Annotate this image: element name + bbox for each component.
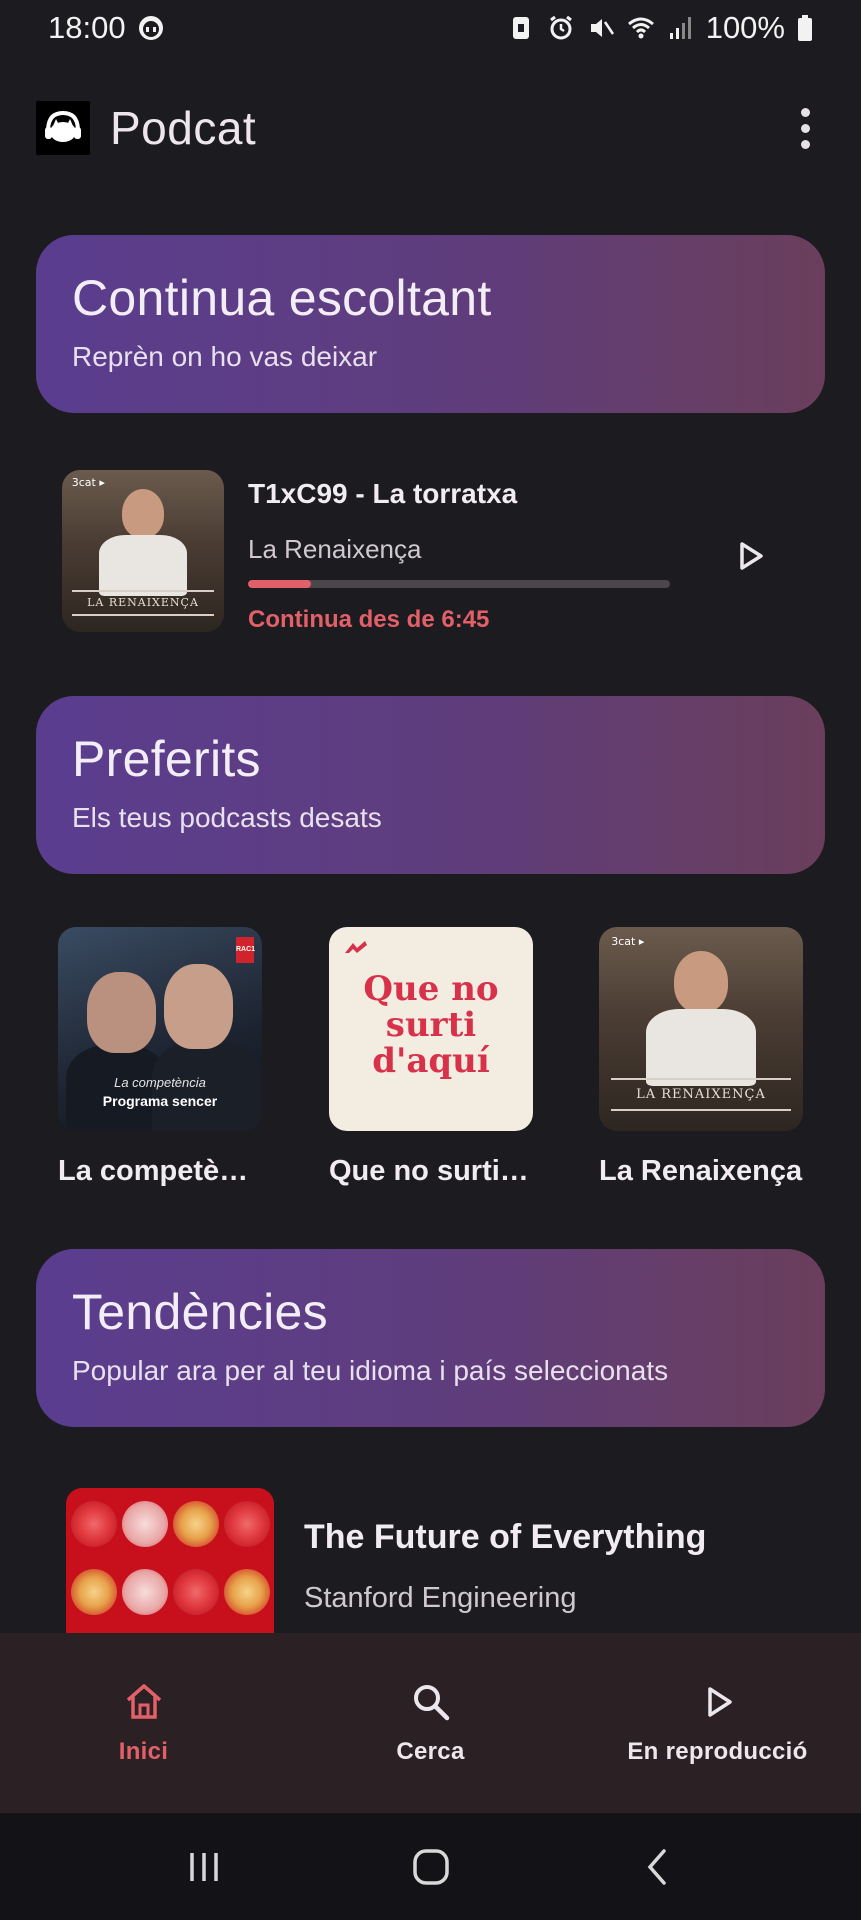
cat-notification-icon (138, 16, 163, 40)
nav-item-now-playing[interactable]: En reproducció (574, 1633, 861, 1813)
app-bar: Podcat (0, 96, 861, 160)
battery-icon (798, 15, 812, 41)
back-button[interactable] (628, 1837, 688, 1897)
mute-icon (590, 19, 614, 37)
section-title: Continua escoltant (72, 270, 492, 326)
trending-author: Stanford Engineering (304, 1582, 577, 1614)
home-icon (126, 1684, 161, 1719)
nav-item-search[interactable]: Cerca (287, 1633, 574, 1813)
home-system-button[interactable] (401, 1837, 461, 1897)
section-title: Tendències (72, 1284, 328, 1340)
favorite-item[interactable]: 3cat ▸ LA RENAIXENÇA La Renaixença (599, 927, 803, 1188)
favorite-label: Que no surti d'aquí (329, 1155, 533, 1187)
resume-text: Continua des de 6:45 (248, 606, 490, 633)
podcast-cover: RAC1 La competència Programa sencer (58, 927, 262, 1131)
play-icon[interactable] (730, 536, 770, 576)
play-icon (707, 1687, 732, 1717)
cover-title: Que no surti d'aquí (363, 969, 499, 1081)
wifi-icon (627, 17, 654, 39)
cover-tag: 3cat ▸ (611, 935, 645, 949)
cover-badge: RAC1 (236, 937, 255, 963)
home-circle-icon (412, 1848, 449, 1885)
podcast-cover: Que no surti d'aquí (329, 927, 533, 1131)
section-subtitle: Els teus podcasts desats (72, 802, 382, 833)
overflow-menu-button[interactable] (785, 100, 825, 156)
episode-progress-fill (248, 580, 312, 588)
search-icon (413, 1685, 449, 1721)
section-subtitle: Reprèn on ho vas deixar (72, 341, 378, 372)
nav-item-home[interactable]: Inici (0, 1633, 287, 1813)
section-subtitle: Popular ara per al teu idioma i país sel… (72, 1355, 669, 1386)
episode-cover: 3cat ▸ LA RENAIXENÇA (62, 470, 224, 632)
favorite-item[interactable]: RAC1 La competència Programa sencer La c… (58, 927, 262, 1188)
nav-label: Cerca (396, 1738, 465, 1765)
cat-headphones-icon (45, 110, 81, 142)
favorites-card: Preferits Els teus podcasts desats (36, 696, 825, 874)
cover-tag: 3cat ▸ (71, 476, 105, 490)
recents-icon (189, 1852, 218, 1881)
sim-icon (512, 17, 529, 39)
episode-show: La Renaixença (248, 534, 422, 564)
cover-caption: La competència (114, 1075, 206, 1090)
system-navigation-bar (0, 1813, 861, 1920)
bottom-navigation: Inici Cerca En reproducció (0, 1633, 861, 1813)
favorite-item[interactable]: Que no surti d'aquí Que no surti d'aquí (329, 927, 533, 1188)
favorite-label: La competència (58, 1155, 262, 1187)
app-logo (36, 101, 90, 155)
status-time: 18:00 (48, 10, 126, 45)
brand-logo-icon (345, 941, 367, 953)
favorite-label: La Renaixença (599, 1155, 803, 1187)
cover-banner: LA RENAIXENÇA (611, 1077, 791, 1111)
nav-label: En reproducció (627, 1738, 808, 1765)
app-title: Podcat (110, 102, 257, 154)
trending-title: The Future of Everything (304, 1518, 707, 1556)
recents-button[interactable] (174, 1837, 234, 1897)
trending-card: Tendències Popular ara per al teu idioma… (36, 1249, 825, 1427)
more-vert-icon (800, 107, 810, 117)
episode-progress (248, 580, 670, 588)
battery-percent: 100% (705, 10, 785, 45)
section-title: Preferits (72, 731, 261, 787)
alarm-icon (549, 15, 572, 40)
status-bar: 18:00 100% (0, 0, 861, 56)
signal-icon (669, 17, 691, 39)
back-icon (647, 1848, 666, 1885)
cover-banner: LA RENAIXENÇA (71, 589, 215, 616)
continue-listening-card: Continua escoltant Reprèn on ho vas deix… (36, 235, 825, 413)
nav-label: Inici (118, 1738, 169, 1765)
episode-title: T1xC99 - La torratxa (248, 478, 518, 509)
continue-episode-item[interactable]: 3cat ▸ LA RENAIXENÇA T1xC99 - La torratx… (62, 470, 802, 634)
podcast-cover: 3cat ▸ LA RENAIXENÇA (599, 927, 803, 1131)
cover-caption: Programa sencer (102, 1093, 218, 1109)
